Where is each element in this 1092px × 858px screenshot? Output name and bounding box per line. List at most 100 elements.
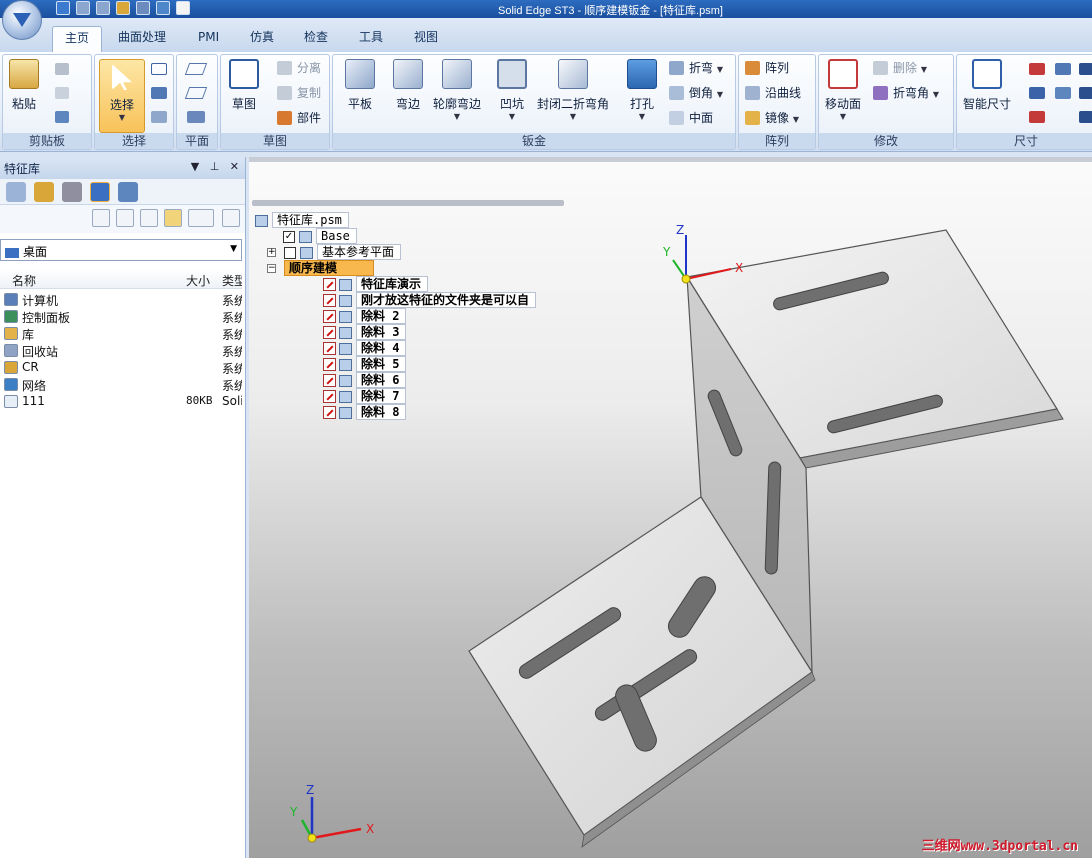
visibility-checkbox[interactable]: ✓ <box>283 230 295 243</box>
chamfer-button[interactable]: 倒角 ▼ <box>669 84 723 102</box>
tab-simulation[interactable]: 仿真 <box>240 26 284 52</box>
file-list-item[interactable]: 库 系统文件夹 <box>0 325 242 342</box>
tree-feature-node[interactable]: 除料 3 <box>323 324 407 340</box>
part-button[interactable]: 部件 <box>277 109 321 127</box>
pin-icon[interactable]: ⊥ <box>210 160 220 173</box>
angle-dimension-icon[interactable] <box>1029 111 1045 123</box>
tree-feature-node[interactable]: 除料 8 <box>323 404 407 420</box>
edit-pencil-icon[interactable] <box>323 358 336 371</box>
tab-view[interactable]: 视图 <box>404 26 448 52</box>
annotation-icon[interactable] <box>1079 63 1092 75</box>
file-list-item[interactable]: CR 系统文件夹 <box>0 359 242 376</box>
format-painter-icon[interactable] <box>55 111 69 123</box>
tree-feature-node[interactable]: 除料 7 <box>323 388 407 404</box>
separate-button[interactable]: 分离 <box>277 59 321 77</box>
select-tool-icon[interactable] <box>151 111 167 123</box>
column-size[interactable]: 大小 <box>186 272 210 289</box>
file-list-item[interactable]: 计算机 系统文件夹 <box>0 291 242 308</box>
add-icon[interactable] <box>92 209 110 227</box>
layers-tab-icon[interactable] <box>62 182 82 202</box>
along-curve-button[interactable]: 沿曲线 <box>745 84 801 102</box>
back-icon[interactable] <box>116 209 134 227</box>
file-list-item[interactable]: 网络 系统文件夹 <box>0 376 242 393</box>
measure-icon[interactable] <box>156 1 170 15</box>
tab-inspect[interactable]: 检查 <box>294 26 338 52</box>
tree-ordered-node[interactable]: − 顺序建模 <box>267 260 375 276</box>
sketch-button[interactable]: 草图 <box>229 59 259 112</box>
close-icon[interactable]: ✕ <box>230 160 239 173</box>
new-folder-icon[interactable] <box>164 209 182 227</box>
graphics-viewport[interactable]: Z X Y Z X Y 特征库.psm ✓ Base + 基本参考平面 − 顺序建模 … <box>249 157 1092 858</box>
leader-icon[interactable] <box>1079 111 1092 123</box>
dimple-button[interactable]: 凹坑 ▼ <box>497 59 527 121</box>
tab-pmi[interactable]: PMI <box>188 26 229 52</box>
file-list-item[interactable]: 111 80KB Solid Edge <box>0 393 242 410</box>
hole-button[interactable]: 打孔 ▼ <box>627 59 657 121</box>
move-face-button[interactable]: 移动面 ▼ <box>825 59 861 121</box>
mirror-button[interactable]: 镜像 ▼ <box>745 109 799 127</box>
distance-icon[interactable] <box>1029 87 1045 99</box>
tree-feature-node[interactable]: 除料 5 <box>323 356 407 372</box>
tab-tools[interactable]: 工具 <box>349 26 393 52</box>
pathfinder-tab-icon[interactable] <box>6 182 26 202</box>
select-box-icon[interactable] <box>151 63 167 75</box>
file-list-item[interactable]: 控制面板 系统文件夹 <box>0 308 242 325</box>
contour-flange-button[interactable]: 轮廓弯边 ▼ <box>433 59 481 121</box>
coordinate-dimension-icon[interactable] <box>1055 63 1071 75</box>
location-dropdown[interactable]: 桌面 ▼ <box>0 239 242 261</box>
edit-pencil-icon[interactable] <box>323 310 336 323</box>
application-button[interactable] <box>2 0 42 40</box>
expand-icon[interactable]: + <box>267 248 276 257</box>
up-folder-icon[interactable] <box>140 209 158 227</box>
parts-library-tab-icon[interactable] <box>34 182 54 202</box>
tree-ref-planes-node[interactable]: + 基本参考平面 <box>267 244 402 260</box>
select-filter-icon[interactable] <box>151 87 167 99</box>
redo-icon[interactable] <box>96 1 110 15</box>
edit-pencil-icon[interactable] <box>323 342 336 355</box>
plane-icon[interactable] <box>184 63 208 75</box>
document-icon[interactable] <box>176 1 190 15</box>
text-icon[interactable] <box>1079 87 1092 99</box>
edit-pencil-icon[interactable] <box>323 278 336 291</box>
collapse-icon[interactable]: − <box>267 264 276 273</box>
tab-home[interactable]: 主页 <box>52 26 102 52</box>
edit-pencil-icon[interactable] <box>323 406 336 419</box>
symmetric-dimension-icon[interactable] <box>1055 87 1071 99</box>
column-name[interactable]: 名称 <box>12 272 36 289</box>
tree-feature-node[interactable]: 刚才放这特征的文件夹是可以自 <box>323 292 537 308</box>
pattern-button[interactable]: 阵列 <box>745 59 789 77</box>
file-list-item[interactable]: 回收站 系统文件夹 <box>0 342 242 359</box>
sketch-mode-icon[interactable] <box>116 1 130 15</box>
cut-icon[interactable] <box>55 63 69 75</box>
tree-feature-node[interactable]: 特征库演示 <box>323 276 429 292</box>
view-mode-icon[interactable] <box>188 209 214 227</box>
closed-corner-button[interactable]: 封闭二折弯角 ▼ <box>537 59 609 121</box>
tree-feature-node[interactable]: 除料 6 <box>323 372 407 388</box>
delete-button[interactable]: 删除 ▼ <box>873 59 927 77</box>
edit-pencil-icon[interactable] <box>323 294 336 307</box>
bend-button[interactable]: 折弯 ▼ <box>669 59 723 77</box>
visibility-checkbox[interactable] <box>284 246 296 259</box>
tree-root-node[interactable]: 特征库.psm <box>255 212 349 228</box>
bend-angle-button[interactable]: 折弯角 ▼ <box>873 84 939 102</box>
column-type[interactable]: 类型 <box>222 272 242 289</box>
tab-feature-button[interactable]: 平板 <box>345 59 375 112</box>
coordinate-system-icon[interactable] <box>187 111 205 123</box>
select-button[interactable]: 选择 ▼ <box>99 59 145 133</box>
tree-feature-node[interactable]: 除料 2 <box>323 308 407 324</box>
search-icon[interactable] <box>222 209 240 227</box>
dimension-between-icon[interactable] <box>1029 63 1045 75</box>
edit-pencil-icon[interactable] <box>323 326 336 339</box>
edit-pencil-icon[interactable] <box>323 390 336 403</box>
tree-base-node[interactable]: ✓ Base <box>283 228 357 244</box>
edit-icon[interactable] <box>136 1 150 15</box>
tree-feature-node[interactable]: 除料 4 <box>323 340 407 356</box>
tab-surfacing[interactable]: 曲面处理 <box>108 26 176 52</box>
undo-icon[interactable] <box>76 1 90 15</box>
family-of-parts-tab-icon[interactable] <box>118 182 138 202</box>
panel-menu-icon[interactable]: ▼ <box>191 160 199 173</box>
midplane-button[interactable]: 中面 <box>669 109 713 127</box>
paste-button[interactable]: 粘贴 <box>9 59 39 112</box>
edit-pencil-icon[interactable] <box>323 374 336 387</box>
save-icon[interactable] <box>56 1 70 15</box>
